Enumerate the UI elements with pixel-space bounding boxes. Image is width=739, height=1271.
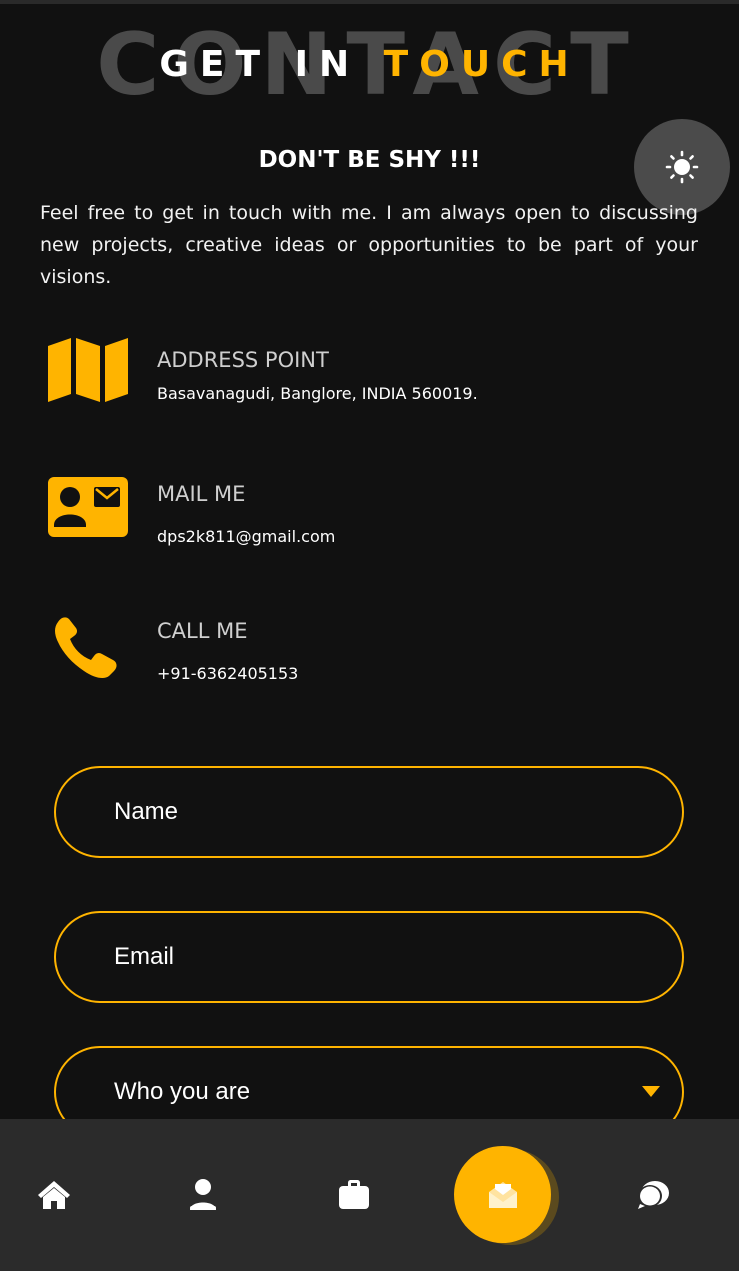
phone-icon xyxy=(55,617,117,679)
contact-address: ADDRESS POINT Basavanagudi, Banglore, IN… xyxy=(46,336,646,436)
chat-icon xyxy=(638,1181,669,1209)
contact-card-icon xyxy=(48,477,128,537)
contact-phone-label: CALL ME xyxy=(157,619,248,643)
nav-contact[interactable] xyxy=(454,1146,551,1243)
bottom-navigation xyxy=(0,1119,739,1271)
contact-phone-value[interactable]: +91-6362405153 xyxy=(157,664,298,683)
envelope-open-icon xyxy=(488,1181,517,1208)
page-heading: CONTACT GET IN TOUCH xyxy=(0,20,739,115)
caret-down-icon xyxy=(642,1086,660,1097)
nav-blog[interactable] xyxy=(603,1119,703,1271)
email-field[interactable] xyxy=(54,911,684,1003)
contact-mail-value[interactable]: dps2k811@gmail.com xyxy=(157,527,335,546)
contact-mail-label: MAIL ME xyxy=(157,482,246,506)
page-title: GET IN TOUCH xyxy=(0,45,739,85)
intro-text: Feel free to get in touch with me. I am … xyxy=(40,202,698,288)
email-input[interactable] xyxy=(114,913,614,1001)
contact-address-value: Basavanagudi, Banglore, INDIA 560019. xyxy=(157,384,478,403)
briefcase-icon xyxy=(339,1180,369,1209)
name-input[interactable] xyxy=(114,768,614,856)
section-subheading: DON'T BE SHY !!! xyxy=(258,147,481,173)
title-word-touch: TOUCH xyxy=(383,44,580,85)
nav-portfolio[interactable] xyxy=(304,1119,404,1271)
home-icon xyxy=(38,1181,70,1209)
contact-mail: MAIL ME dps2k811@gmail.com xyxy=(46,477,646,577)
name-field[interactable] xyxy=(54,766,684,858)
contact-phone: CALL ME +91-6362405153 xyxy=(46,614,646,714)
map-icon xyxy=(48,338,128,402)
nav-about[interactable] xyxy=(153,1119,253,1271)
contact-address-label: ADDRESS POINT xyxy=(157,348,329,372)
nav-home[interactable] xyxy=(4,1119,104,1271)
title-word-get-in: GET IN xyxy=(159,44,361,85)
user-icon xyxy=(190,1179,216,1210)
top-divider xyxy=(0,0,739,4)
